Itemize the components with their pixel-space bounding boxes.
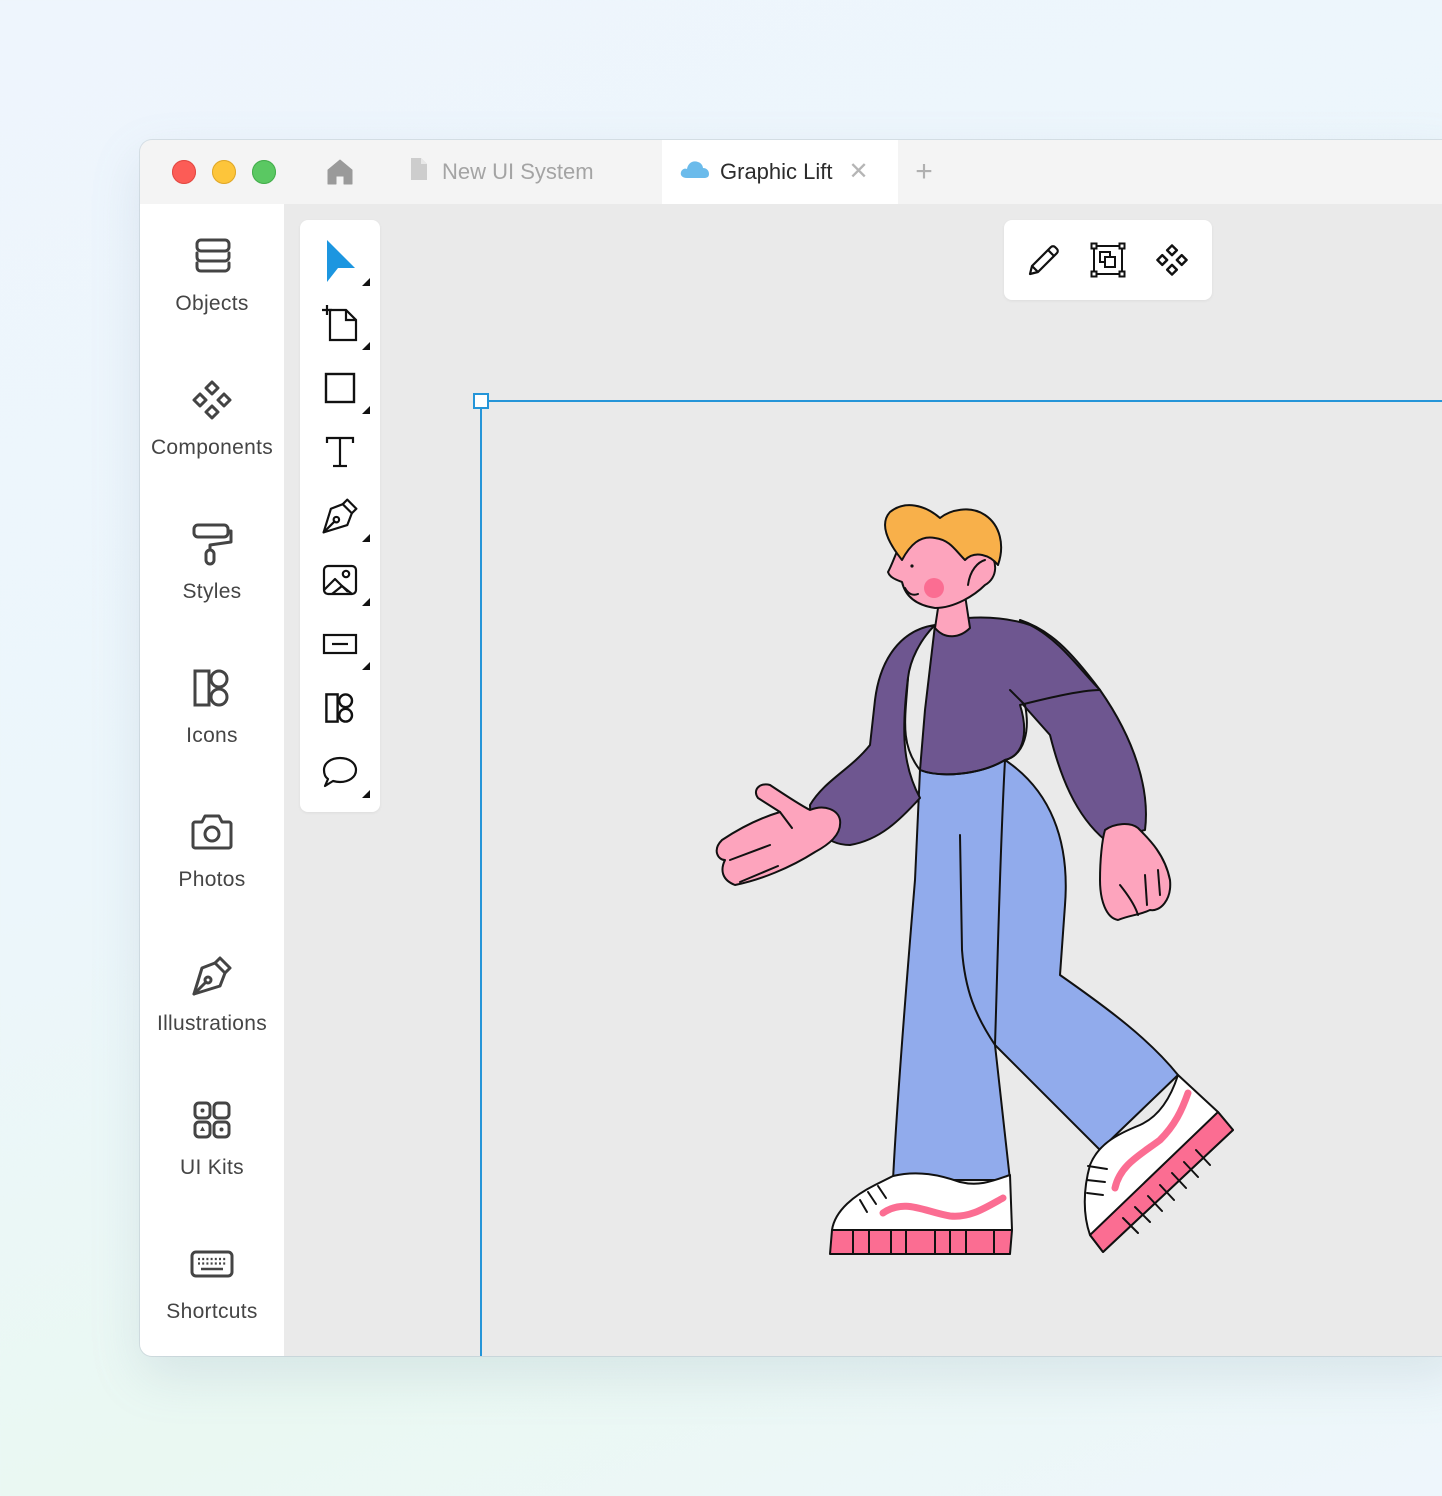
keyboard-icon <box>190 1242 234 1286</box>
tab-label: Graphic Lift <box>720 159 833 184</box>
tab-label: New UI System <box>442 159 594 184</box>
pen-nib-icon <box>190 954 234 998</box>
document-icon <box>410 157 428 187</box>
sidebar-item-components[interactable]: Components <box>140 348 284 478</box>
new-tab-button[interactable]: + <box>910 154 938 190</box>
minimize-window-button[interactable] <box>212 160 236 184</box>
ui-kits-icon <box>190 1098 234 1142</box>
sidebar-item-label: Photos <box>178 868 246 891</box>
close-window-button[interactable] <box>172 160 196 184</box>
cloud-icon <box>680 159 710 185</box>
tab-graphic-lift[interactable]: Graphic Lift ✕ <box>662 140 898 204</box>
cheek <box>924 578 944 598</box>
sidebar-item-objects[interactable]: Objects <box>140 204 284 334</box>
title-bar: New UI System Graphic Lift ✕ + <box>140 140 1442 204</box>
sidebar-item-label: Components <box>150 436 274 459</box>
front-leg <box>892 759 1011 1181</box>
layers-icon <box>190 234 234 278</box>
tab-new-ui-system[interactable]: New UI System <box>400 140 660 204</box>
zoom-window-button[interactable] <box>252 160 276 184</box>
sidebar-item-shortcuts[interactable]: Shortcuts <box>140 1212 284 1342</box>
sidebar-item-label: Objects <box>175 292 249 315</box>
sidebar-item-label: UI Kits <box>180 1156 244 1179</box>
walking-person-illustration[interactable] <box>284 204 1442 1356</box>
close-tab-icon[interactable]: ✕ <box>849 160 869 184</box>
sidebar-item-label: Styles <box>182 580 242 603</box>
home-icon <box>327 159 353 185</box>
paint-roller-icon <box>190 522 234 566</box>
sidebar-item-ui-kits[interactable]: UI Kits <box>140 1068 284 1198</box>
app-window: New UI System Graphic Lift ✕ + Objects C… <box>140 140 1442 1356</box>
sidebar-item-label: Icons <box>186 724 238 747</box>
icons-icon <box>190 666 234 710</box>
camera-icon <box>190 810 234 854</box>
sidebar-item-styles[interactable]: Styles <box>140 492 284 622</box>
components-icon <box>190 378 234 422</box>
sidebar-item-photos[interactable]: Photos <box>140 780 284 910</box>
sidebar-item-label: Illustrations <box>156 1012 268 1035</box>
sidebar-item-illustrations[interactable]: Illustrations <box>140 924 284 1054</box>
home-button[interactable] <box>324 156 356 188</box>
front-shoe <box>829 1172 1013 1255</box>
canvas[interactable] <box>284 204 1442 1356</box>
sidebar-item-label: Shortcuts <box>166 1300 258 1323</box>
sidebar: Objects Components Styles Icons Photos I… <box>140 204 284 1356</box>
sidebar-item-icons[interactable]: Icons <box>140 636 284 766</box>
